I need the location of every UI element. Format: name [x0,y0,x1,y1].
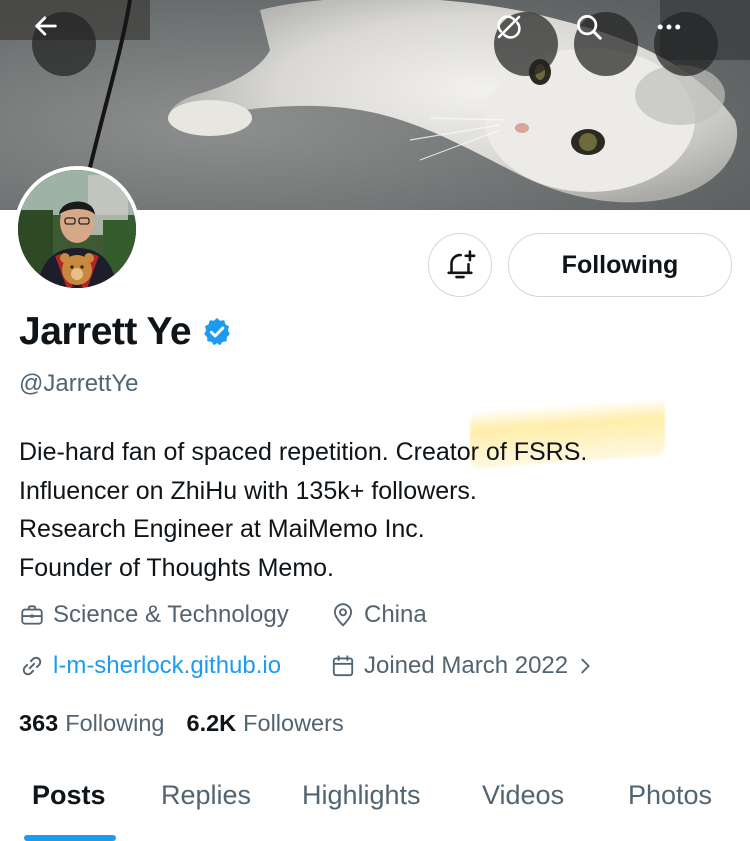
following-count-link[interactable]: 363 Following [19,710,165,737]
verified-badge-icon[interactable] [201,316,233,348]
active-tab-indicator [24,835,116,841]
more-options-button[interactable] [654,12,718,76]
profile-tabs: Posts Replies Highlights Videos Photos [0,772,750,841]
followers-count-link[interactable]: 6.2K Followers [187,710,344,737]
location-label: China [364,601,427,628]
profile-avatar[interactable] [14,166,140,292]
profile-joined-date[interactable]: Joined March 2022 [330,652,596,680]
notify-button[interactable] [428,233,492,297]
profile-handle: @JarrettYe [19,370,139,397]
website-label[interactable]: l-m-sherlock.github.io [53,652,281,680]
tab-posts[interactable]: Posts [32,780,106,811]
followers-label: Followers [243,710,344,736]
joined-label: Joined March 2022 [364,652,569,679]
avatar-photo [18,170,136,288]
location-pin-icon [333,603,353,627]
profile-name-row: Jarrett Ye [19,310,233,354]
search-button[interactable] [574,12,638,76]
following-count: 363 [19,710,59,736]
bio-line: Die-hard fan of spaced repetition. Creat… [19,438,588,466]
following-button[interactable]: Following [508,233,732,297]
followers-count: 6.2K [186,710,237,736]
briefcase-icon [21,605,43,625]
tab-photos[interactable]: Photos [628,780,712,811]
profile-category: Science & Technology [19,601,289,629]
arrow-left-icon [35,16,57,36]
bio-line: Founder of Thoughts Memo. [19,553,334,582]
tab-videos[interactable]: Videos [482,780,564,811]
back-button[interactable] [32,12,96,76]
chevron-right-icon [581,658,590,674]
search-icon [577,15,602,40]
profile-name: Jarrett Ye [19,310,192,353]
profile-bio: Die-hard fan of spaced repetition. Creat… [19,433,587,587]
mute-reposts-button[interactable] [494,12,558,76]
bio-line: Influencer on ZhiHu with 135k+ followers… [19,476,477,505]
calendar-icon [332,655,354,677]
more-horizontal-icon [657,24,681,30]
bell-plus-icon [447,250,476,279]
following-label: Following [65,710,165,736]
follow-stats: 363 Following 6.2K Followers [19,710,344,737]
link-icon [22,656,42,676]
profile-website-link[interactable]: l-m-sherlock.github.io [19,652,281,680]
tab-replies[interactable]: Replies [161,780,251,811]
tab-highlights[interactable]: Highlights [302,780,421,811]
sync-slash-icon [497,15,521,39]
bio-line: Research Engineer at MaiMemo Inc. [19,515,425,543]
category-label: Science & Technology [53,601,289,628]
profile-location: China [330,601,427,629]
